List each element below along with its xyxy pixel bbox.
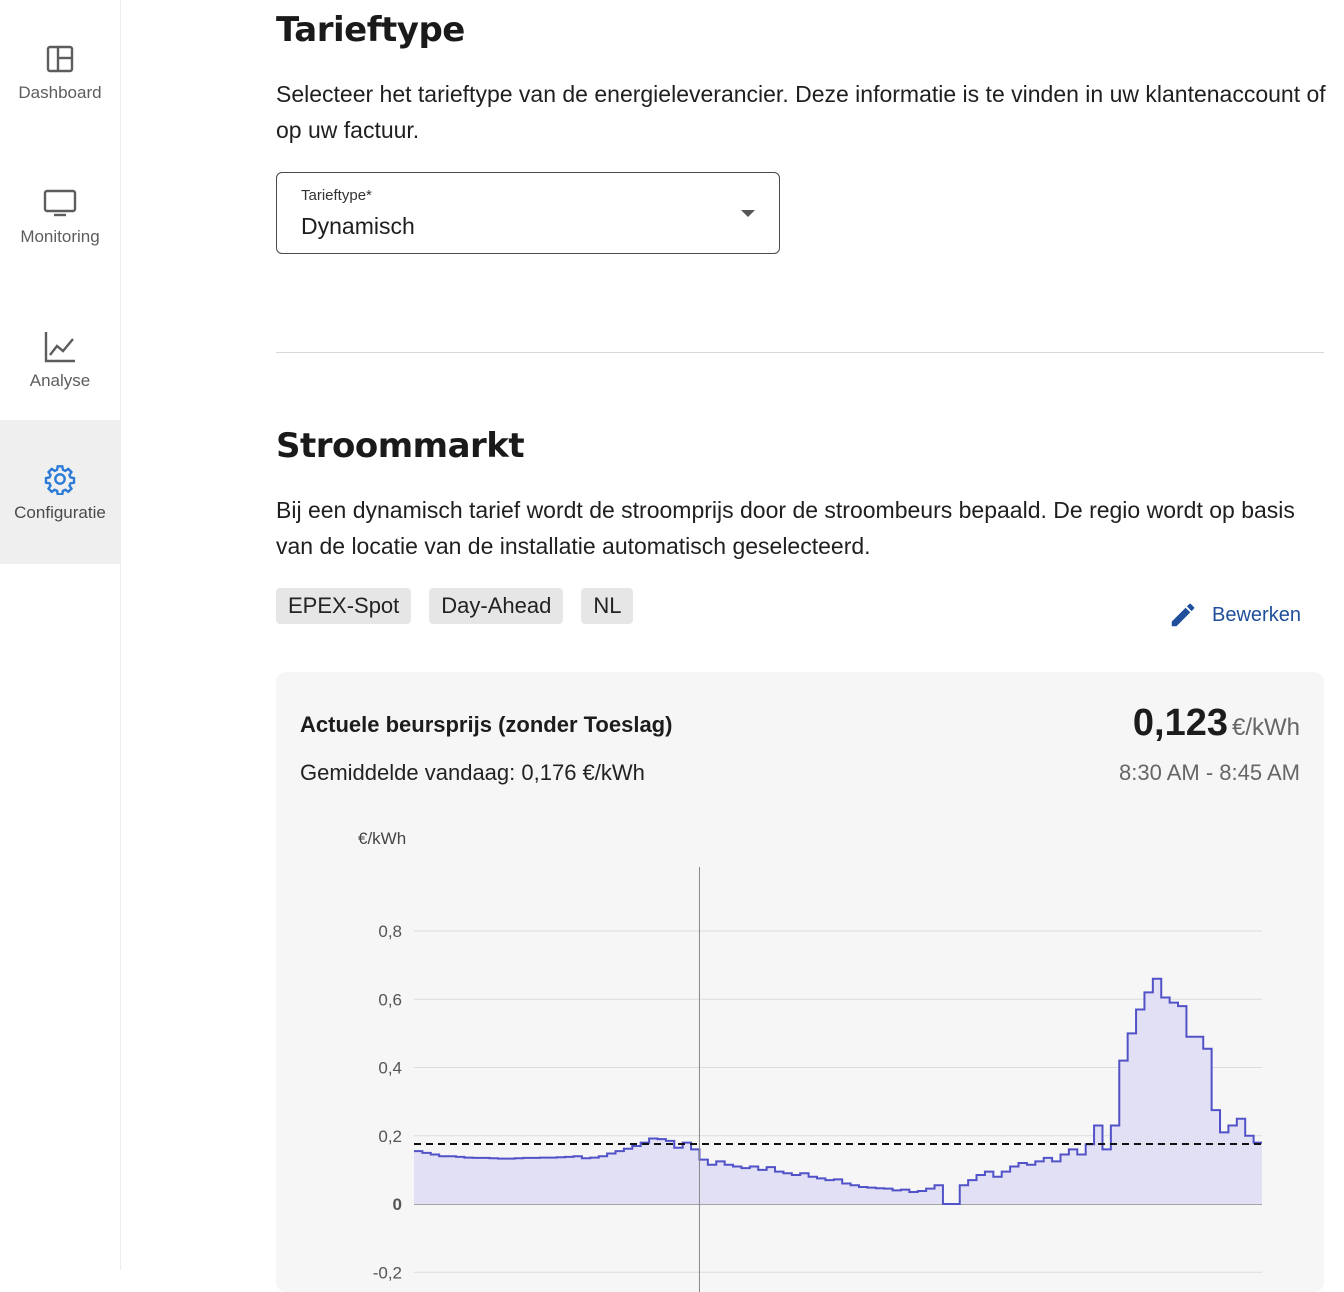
chip-market-type: Day-Ahead: [429, 588, 564, 624]
y-tick-label: 0,2: [378, 1127, 402, 1146]
y-tick-label: -0,2: [373, 1263, 402, 1282]
price-chart[interactable]: €/kWh 0,8 0,6 0,4 0,2 0 -0,2: [276, 812, 1324, 1292]
average-price: Gemiddelde vandaag: 0,176 €/kWh: [300, 760, 645, 785]
tarieftype-select[interactable]: Tarieftype* Dynamisch: [276, 172, 780, 254]
series-area: [414, 978, 1262, 1204]
sidebar-item-analyse[interactable]: Analyse: [0, 288, 120, 432]
price-card-title: Actuele beursprijs (zonder Toeslag): [300, 712, 673, 737]
sidebar-item-label: Analyse: [29, 371, 91, 390]
edit-label: Bewerken: [1212, 603, 1301, 626]
pencil-icon: [1171, 603, 1195, 627]
market-chips: EPEX-Spot Day-Ahead NL: [276, 588, 634, 624]
current-price-unit: €/kWh: [1231, 714, 1300, 741]
current-price: 0,123 €/kWh: [1133, 702, 1300, 745]
select-value: Dynamisch: [301, 213, 415, 239]
section-divider: [276, 352, 1324, 353]
current-price-value: 0,123: [1132, 702, 1228, 744]
chart-line-icon: [42, 329, 78, 365]
tarieftype-heading: Tarieftype: [276, 10, 465, 50]
chevron-down-icon: [741, 210, 755, 217]
select-label: Tarieftype*: [301, 187, 372, 204]
chip-region: NL: [581, 588, 634, 624]
y-tick-label: 0,6: [378, 990, 402, 1009]
sidebar-item-dashboard[interactable]: Dashboard: [0, 0, 120, 144]
y-tick-label: 0,8: [378, 922, 402, 941]
y-tick-label: 0,4: [378, 1059, 402, 1078]
chip-exchange: EPEX-Spot: [276, 588, 412, 624]
edit-button[interactable]: Bewerken: [1168, 600, 1301, 630]
stroommarkt-heading: Stroommarkt: [276, 426, 525, 466]
sidebar-item-label: Dashboard: [18, 83, 102, 102]
sidebar: Dashboard Monitoring Analyse Configurati…: [0, 0, 121, 1270]
price-card: Actuele beursprijs (zonder Toeslag) Gemi…: [276, 672, 1324, 1292]
dashboard-icon: [42, 41, 78, 77]
current-price-time: 8:30 AM - 8:45 AM: [1119, 760, 1300, 785]
stroommarkt-description: Bij een dynamisch tarief wordt de stroom…: [276, 497, 1295, 559]
sidebar-item-configuratie[interactable]: Configuratie: [0, 420, 120, 564]
sidebar-item-label: Configuratie: [14, 503, 106, 522]
y-tick-label: 0: [393, 1195, 402, 1214]
gear-icon: [42, 461, 78, 497]
monitor-icon: [42, 185, 78, 221]
tarieftype-description: Selecteer het tarieftype van de energiel…: [276, 81, 1326, 143]
y-axis-label: €/kWh: [358, 829, 406, 848]
sidebar-item-label: Monitoring: [20, 227, 100, 246]
sidebar-item-monitoring[interactable]: Monitoring: [0, 144, 120, 288]
